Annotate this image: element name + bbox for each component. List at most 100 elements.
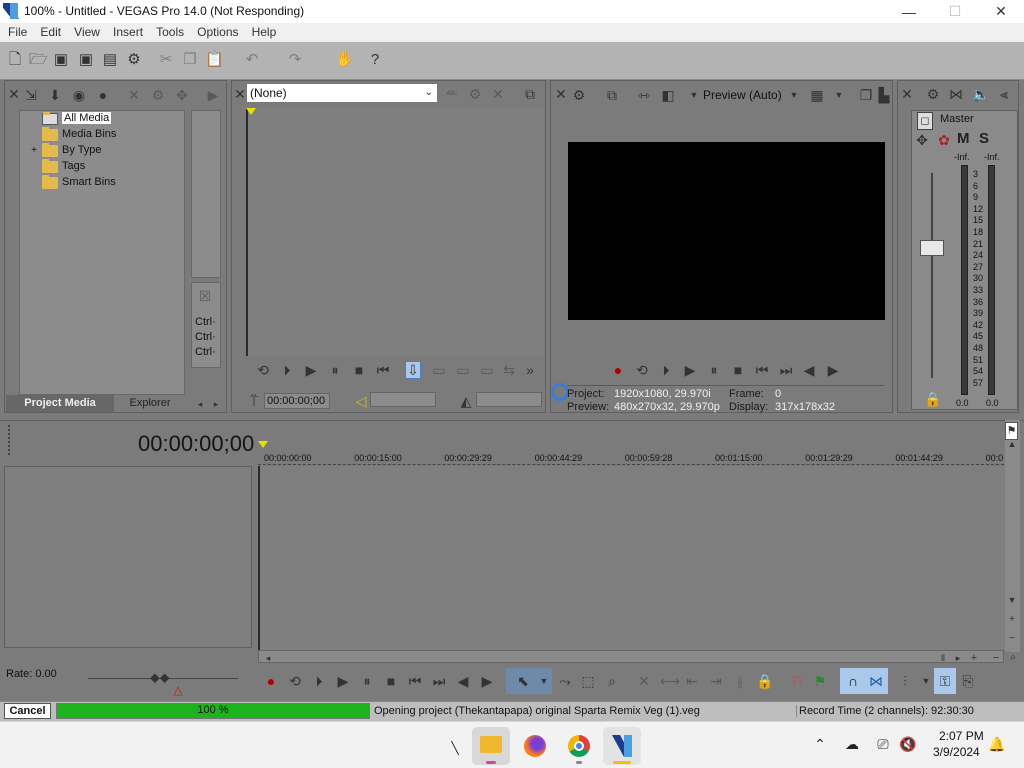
- copy-snapshot-icon[interactable]: ❐: [858, 87, 874, 103]
- scroll-down-icon[interactable]: ▼: [1005, 592, 1019, 608]
- minimize-button[interactable]: —: [886, 0, 932, 23]
- panel-close-icon[interactable]: ✕: [899, 86, 915, 102]
- whats-this-help-icon[interactable]: ?: [366, 51, 384, 69]
- menu-options[interactable]: Options: [197, 23, 238, 39]
- redo-icon[interactable]: ↷: [286, 51, 304, 69]
- volume-fader[interactable]: [920, 240, 944, 256]
- spellcheck-icon[interactable]: ᴬᴮᶜ: [444, 86, 460, 102]
- remove-media-icon[interactable]: ✕: [126, 87, 142, 103]
- explode-icon[interactable]: ✋: [335, 51, 354, 69]
- trimmer-clear-icon[interactable]: ✕: [490, 86, 506, 102]
- overlays-icon[interactable]: ◧: [660, 87, 676, 103]
- auto-crossfade-icon[interactable]: ⋈: [868, 673, 884, 689]
- go-to-start-icon[interactable]: ⏮: [754, 362, 770, 378]
- next-frame-icon[interactable]: ▶: [479, 673, 495, 689]
- menu-file[interactable]: File: [8, 23, 27, 39]
- capture-icon[interactable]: ⬇: [47, 87, 63, 103]
- media-fx-icon[interactable]: ✥: [174, 87, 190, 103]
- solo-button[interactable]: S: [979, 130, 989, 147]
- go-to-start-icon[interactable]: ⏮: [407, 673, 423, 689]
- pause-icon[interactable]: ⏸: [359, 673, 375, 689]
- stop-icon[interactable]: ■: [730, 362, 746, 378]
- tab-scroll-right-icon[interactable]: ▸: [208, 396, 224, 412]
- trimmer-source-select[interactable]: (None) ⌄: [246, 83, 438, 103]
- tab-project-media[interactable]: Project Media: [6, 395, 114, 412]
- mixer-channels-icon[interactable]: ⫷: [996, 86, 1012, 102]
- panel-close-icon[interactable]: ✕: [553, 86, 569, 102]
- zoom-out-horizontal-icon[interactable]: −: [988, 650, 1004, 666]
- clock-time[interactable]: 2:07 PM: [939, 729, 984, 743]
- render-icon[interactable]: ▤: [101, 51, 119, 69]
- play-from-start-icon[interactable]: ⏵: [658, 362, 674, 378]
- properties-gear-icon[interactable]: ⚙: [125, 51, 143, 69]
- mute-button[interactable]: M: [957, 130, 970, 147]
- in-point-field[interactable]: [370, 392, 436, 407]
- chevron-down-icon[interactable]: ▼: [831, 87, 847, 103]
- chevron-down-icon[interactable]: ▼: [786, 87, 802, 103]
- dim-output-icon[interactable]: 🔈: [972, 86, 989, 102]
- expand-plus-icon[interactable]: +: [26, 143, 42, 159]
- copy-icon[interactable]: ❐: [181, 51, 199, 69]
- previous-frame-icon[interactable]: ◀: [801, 362, 817, 378]
- zoom-icon[interactable]: ⌕: [1005, 650, 1021, 666]
- media-properties-icon[interactable]: ⚙: [150, 87, 166, 103]
- track-list[interactable]: [4, 466, 252, 648]
- tab-scroll-left-icon[interactable]: ◂: [192, 396, 208, 412]
- firefox-taskbar-button[interactable]: [516, 727, 554, 765]
- insert-icon[interactable]: ▭: [455, 362, 471, 378]
- scroll-thumb-icon[interactable]: ⦀: [935, 650, 951, 666]
- insert-region-icon[interactable]: ⚑: [812, 673, 828, 689]
- pan-icon[interactable]: ✥: [914, 132, 930, 148]
- play-icon[interactable]: ▶: [682, 362, 698, 378]
- new-project-icon[interactable]: 🗋: [6, 51, 24, 69]
- play-media-icon[interactable]: ▶: [205, 87, 221, 103]
- horizontal-scrollbar[interactable]: [258, 650, 1004, 663]
- stop-icon[interactable]: ■: [383, 673, 399, 689]
- scroll-right-icon[interactable]: ▸: [950, 650, 966, 666]
- ignore-grouping-icon[interactable]: ⎘: [960, 673, 976, 689]
- record-icon[interactable]: ●: [610, 362, 626, 378]
- trimmer-view[interactable]: [246, 108, 544, 356]
- play-icon[interactable]: ▶: [335, 673, 351, 689]
- downmix-icon[interactable]: ⋈: [948, 86, 964, 102]
- web-media-icon[interactable]: ●: [95, 87, 111, 103]
- split-icon[interactable]: ⫲: [732, 673, 748, 689]
- preview-quality-select[interactable]: Preview (Auto): [703, 88, 782, 102]
- save-snapshot-icon[interactable]: ▙: [876, 87, 892, 103]
- fit-icon[interactable]: ▭: [479, 362, 495, 378]
- open-icon[interactable]: 🗁: [29, 51, 48, 69]
- trim-end-icon[interactable]: ⇥: [708, 673, 724, 689]
- lock-envelopes-icon[interactable]: ⚿: [937, 673, 953, 689]
- loop-icon[interactable]: ⟲: [255, 362, 271, 378]
- previous-frame-icon[interactable]: ◀: [455, 673, 471, 689]
- zoom-in-vertical-icon[interactable]: +: [1005, 612, 1019, 628]
- loop-playback-icon[interactable]: ⟲: [287, 673, 303, 689]
- selection-tool-icon[interactable]: ⬚: [580, 673, 596, 689]
- chevron-down-icon[interactable]: ▼: [918, 673, 934, 689]
- more-options-icon[interactable]: »: [522, 362, 538, 378]
- trimmer-window-icon[interactable]: ⧉: [522, 86, 538, 102]
- snapping-magnet-icon[interactable]: ∩: [845, 673, 861, 689]
- rate-slider-thumb-icon[interactable]: ⬥⬥: [150, 669, 170, 685]
- trim-icon[interactable]: ⟷: [660, 673, 680, 689]
- chevron-down-icon[interactable]: ▼: [686, 87, 702, 103]
- record-icon[interactable]: ●: [263, 673, 279, 689]
- tray-chevron-up-icon[interactable]: ⌃: [812, 736, 828, 752]
- scroll-up-icon[interactable]: ▲: [1005, 436, 1019, 452]
- go-to-end-icon[interactable]: ⏭: [431, 673, 447, 689]
- maximize-button[interactable]: ☐: [932, 0, 978, 23]
- loop-playback-icon[interactable]: ⟲: [634, 362, 650, 378]
- close-button[interactable]: ✕: [978, 0, 1024, 23]
- mixer-properties-gear-icon[interactable]: ⚙: [925, 86, 941, 102]
- network-icon[interactable]: ⎚: [875, 736, 891, 752]
- split-screen-icon[interactable]: ⇿: [636, 87, 652, 103]
- panel-close-icon[interactable]: ✕: [6, 86, 22, 102]
- timeline-timecode[interactable]: 00:00:00;00: [138, 431, 254, 457]
- preview-properties-gear-icon[interactable]: ⚙: [571, 87, 587, 103]
- vegas-taskbar-button[interactable]: [603, 727, 641, 765]
- drag-handle[interactable]: [8, 425, 12, 455]
- menu-insert[interactable]: Insert: [113, 23, 143, 39]
- zoom-in-horizontal-icon[interactable]: +: [966, 650, 982, 666]
- previous-frame-icon[interactable]: ⏮: [375, 362, 391, 378]
- cut-icon[interactable]: ✂: [157, 51, 175, 69]
